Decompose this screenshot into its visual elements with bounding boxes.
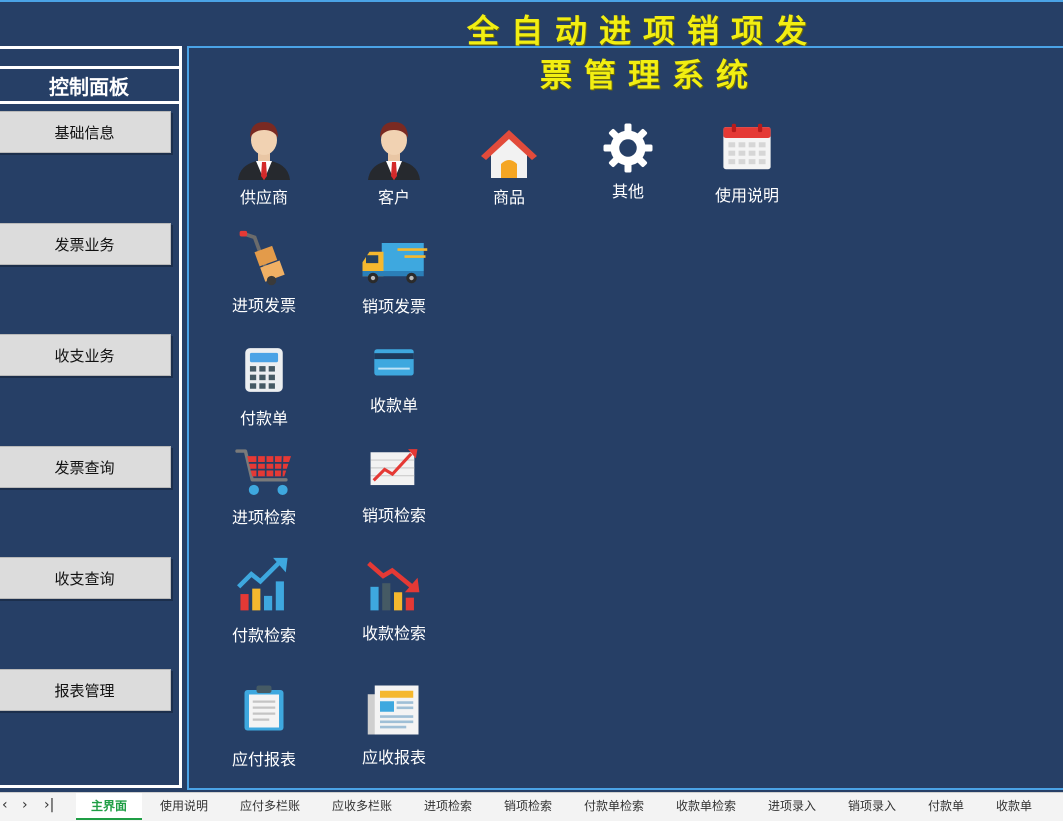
gear-icon bbox=[603, 123, 653, 173]
shopping-cart-icon bbox=[235, 449, 291, 495]
receipt-search-label: 收款检索 bbox=[361, 624, 426, 643]
top-border-line bbox=[0, 0, 1063, 2]
payment-voucher-label: 付款单 bbox=[239, 409, 288, 428]
sheet-tab-sales-search[interactable]: 销项检索 bbox=[492, 793, 564, 820]
product-tile[interactable]: 商品 bbox=[454, 124, 564, 224]
calendar-icon bbox=[723, 123, 771, 170]
sheet-tab-bar: ‹ › ›| 主界面 使用说明 应付多栏账 应收多栏账 进项检索 销项检索 付款… bbox=[0, 792, 1063, 821]
line-chart-icon bbox=[370, 449, 418, 486]
sheet-tab-manual[interactable]: 使用说明 bbox=[150, 793, 218, 820]
rising-bar-chart-icon bbox=[237, 557, 288, 611]
payable-report-label: 应付报表 bbox=[231, 750, 296, 769]
sheet-tab-sales-entry[interactable]: 销项录入 bbox=[836, 793, 908, 820]
newspaper-icon bbox=[367, 685, 419, 735]
supplier-tile[interactable]: 供应商 bbox=[209, 118, 319, 218]
app-window: 全自动进项销项发 票管理系统 控制面板 基础信息 发票业务 收支业务 发票查询 … bbox=[0, 0, 1063, 821]
sheet-tab-payable-ledger[interactable]: 应付多栏账 bbox=[228, 793, 312, 820]
sheet-tab-receipt-search[interactable]: 收款单检索 bbox=[664, 793, 748, 820]
customer-label: 客户 bbox=[377, 188, 410, 207]
house-icon bbox=[481, 130, 537, 178]
purchase-invoice-tile[interactable]: 进项发票 bbox=[209, 228, 319, 328]
supplier-label: 供应商 bbox=[239, 188, 288, 207]
payment-search-tile[interactable]: 付款检索 bbox=[209, 556, 319, 656]
falling-bar-chart-icon bbox=[367, 561, 420, 611]
delivery-truck-icon bbox=[362, 243, 428, 284]
sales-search-label: 销项检索 bbox=[361, 506, 426, 525]
receipt-search-tile[interactable]: 收款检索 bbox=[339, 556, 449, 656]
invoice-query-button[interactable]: 发票查询 bbox=[0, 446, 171, 488]
scroll-last-icon[interactable]: ›| bbox=[44, 797, 54, 813]
customer-tile[interactable]: 客户 bbox=[339, 118, 449, 218]
sales-search-tile[interactable]: 销项检索 bbox=[339, 446, 449, 546]
sheet-tab-purchase-entry[interactable]: 进项录入 bbox=[756, 793, 828, 820]
sheet-tab-receipt-voucher[interactable]: 收款单 bbox=[984, 793, 1044, 820]
payment-voucher-tile[interactable]: 付款单 bbox=[209, 342, 319, 442]
scroll-right-icon[interactable]: › bbox=[22, 797, 28, 813]
businessman-icon bbox=[368, 122, 420, 180]
receipt-voucher-label: 收款单 bbox=[369, 396, 418, 415]
manual-label: 使用说明 bbox=[714, 186, 779, 205]
control-panel-header: 控制面板 bbox=[0, 66, 182, 104]
report-management-button[interactable]: 报表管理 bbox=[0, 669, 171, 711]
purchase-search-tile[interactable]: 进项检索 bbox=[209, 446, 319, 546]
scroll-left-icon[interactable]: ‹ bbox=[2, 797, 8, 813]
income-expense-query-button[interactable]: 收支查询 bbox=[0, 557, 171, 599]
invoice-business-button[interactable]: 发票业务 bbox=[0, 223, 171, 265]
receivable-report-tile[interactable]: 应收报表 bbox=[339, 682, 449, 782]
sheet-tab-payment-voucher[interactable]: 付款单 bbox=[916, 793, 976, 820]
sales-invoice-tile[interactable]: 销项发票 bbox=[339, 236, 449, 336]
credit-card-icon bbox=[374, 349, 414, 376]
sales-invoice-label: 销项发票 bbox=[361, 297, 426, 316]
calculator-icon bbox=[245, 348, 283, 392]
product-label: 商品 bbox=[492, 188, 525, 207]
other-tile[interactable]: 其他 bbox=[573, 120, 683, 220]
purchase-invoice-label: 进项发票 bbox=[231, 296, 296, 315]
receivable-report-label: 应收报表 bbox=[361, 748, 426, 767]
income-expense-business-button[interactable]: 收支业务 bbox=[0, 334, 171, 376]
purchase-search-label: 进项检索 bbox=[231, 508, 296, 527]
sheet-tab-payment-search[interactable]: 付款单检索 bbox=[572, 793, 656, 820]
payment-search-label: 付款检索 bbox=[231, 626, 296, 645]
basic-info-button[interactable]: 基础信息 bbox=[0, 111, 171, 153]
sheet-tab-purchase-search[interactable]: 进项检索 bbox=[412, 793, 484, 820]
sheet-tab-main[interactable]: 主界面 bbox=[76, 793, 142, 820]
receipt-voucher-tile[interactable]: 收款单 bbox=[339, 344, 449, 444]
clipboard-icon bbox=[244, 685, 284, 731]
businessman-icon bbox=[238, 122, 290, 180]
payable-report-tile[interactable]: 应付报表 bbox=[209, 678, 319, 778]
manual-tile[interactable]: 使用说明 bbox=[692, 122, 802, 222]
hand-truck-icon bbox=[239, 230, 285, 286]
sheet-tab-receivable-ledger[interactable]: 应收多栏账 bbox=[320, 793, 404, 820]
other-label: 其他 bbox=[611, 182, 644, 201]
